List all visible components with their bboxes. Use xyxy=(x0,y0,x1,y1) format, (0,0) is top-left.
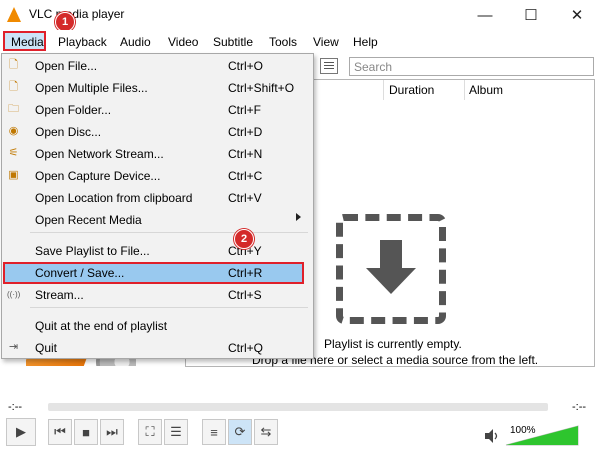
stream-icon: ((·)) xyxy=(7,290,21,299)
media-menu-item-label: Open Network Stream... xyxy=(35,147,164,161)
playlist-button[interactable]: ≡ xyxy=(202,419,226,445)
files-icon: 🗋 xyxy=(9,81,18,93)
menu-video[interactable]: Video xyxy=(168,35,198,49)
vlc-cone-icon xyxy=(7,7,21,22)
media-menu-item-label: Stream... xyxy=(35,288,84,302)
media-menu-item-shortcut: Ctrl+F xyxy=(228,103,261,117)
media-menu-item[interactable]: ◉ Open Disc... Ctrl+D xyxy=(1,121,310,143)
previous-button[interactable]: ⏮ xyxy=(48,419,72,445)
submenu-arrow-icon xyxy=(296,213,301,221)
menu-media-label: Media xyxy=(11,35,44,49)
media-menu-item[interactable]: Save Playlist to File... Ctrl+Y xyxy=(1,240,310,262)
column-separator xyxy=(464,80,465,100)
quit-icon: ⇥ xyxy=(8,341,19,353)
disc-icon: ◉ xyxy=(8,125,19,137)
loop-button[interactable]: ⟳ xyxy=(228,419,252,445)
menu-subtitle[interactable]: Subtitle xyxy=(213,35,253,49)
stop-button[interactable]: ■ xyxy=(74,419,98,445)
minimize-button[interactable]: — xyxy=(462,0,508,30)
media-menu-item-label: Save Playlist to File... xyxy=(35,244,150,258)
play-button[interactable]: ▶ xyxy=(6,418,36,446)
menu-audio[interactable]: Audio xyxy=(120,35,151,49)
download-arrow-icon xyxy=(380,240,402,268)
media-menu-item-label: Open Disc... xyxy=(35,125,102,139)
media-menu-item[interactable]: ⇥ Quit Ctrl+Q xyxy=(1,337,310,359)
folder-icon: 🗀 xyxy=(8,103,19,115)
column-album[interactable]: Album xyxy=(469,83,503,97)
shuffle-button[interactable]: ⇆ xyxy=(254,419,278,445)
next-button[interactable]: ⏭ xyxy=(100,419,124,445)
media-menu-item-label: Open Location from clipboard xyxy=(35,191,193,205)
media-menu-item-label: Open Capture Device... xyxy=(35,169,161,183)
media-menu-item-shortcut: Ctrl+Shift+O xyxy=(228,81,295,95)
media-menu-item-label: Open Multiple Files... xyxy=(35,81,148,95)
volume-percent: 100% xyxy=(510,425,536,436)
media-menu-item-label: Quit at the end of playlist xyxy=(35,319,168,333)
fullscreen-button[interactable]: ⛶ xyxy=(138,419,162,445)
column-duration[interactable]: Duration xyxy=(389,83,434,97)
media-menu-item-label: Open File... xyxy=(35,59,98,73)
media-menu-item-shortcut: Ctrl+S xyxy=(228,288,262,302)
window-title: VLC media player xyxy=(29,7,125,21)
media-menu-item[interactable]: 🗋 Open File... Ctrl+O xyxy=(1,55,310,77)
seek-slider[interactable] xyxy=(48,403,548,411)
media-menu-item-shortcut: Ctrl+O xyxy=(228,59,264,73)
elapsed-time: -:-- xyxy=(8,401,23,413)
menu-tools[interactable]: Tools xyxy=(269,35,297,49)
network-icon: ⚟ xyxy=(8,147,19,159)
step-badge-1: 1 xyxy=(55,12,75,32)
media-menu-item[interactable]: Open Location from clipboard Ctrl+V xyxy=(1,187,310,209)
total-time: -:-- xyxy=(572,401,587,413)
menu-separator xyxy=(30,307,308,308)
speaker-icon[interactable] xyxy=(484,428,500,444)
file-icon: 🗋 xyxy=(9,59,18,71)
media-menu-item-shortcut: Ctrl+N xyxy=(228,147,263,161)
extended-settings-button[interactable]: ☰ xyxy=(164,419,188,445)
media-menu-item-label: Open Recent Media xyxy=(35,213,142,227)
media-menu-item-shortcut: Ctrl+D xyxy=(228,125,263,139)
media-menu-item[interactable]: 🗀 Open Folder... Ctrl+F xyxy=(1,99,310,121)
capture-icon: ▣ xyxy=(8,169,19,181)
search-input[interactable] xyxy=(349,57,594,76)
maximize-button[interactable]: ☐ xyxy=(508,0,554,30)
media-menu-item[interactable]: ⚟ Open Network Stream... Ctrl+N xyxy=(1,143,310,165)
media-menu-item[interactable]: Quit at the end of playlist xyxy=(1,315,310,337)
media-menu-item-shortcut: Ctrl+Q xyxy=(228,341,264,355)
media-menu-item[interactable]: ((·)) Stream... Ctrl+S xyxy=(1,284,310,306)
media-menu-item-label: Convert / Save... xyxy=(35,266,125,280)
playlist-view-icon[interactable] xyxy=(320,58,338,74)
close-button[interactable]: ✕ xyxy=(554,0,600,30)
menu-view[interactable]: View xyxy=(313,35,339,49)
playlist-empty-text: Playlist is currently empty. xyxy=(324,337,462,351)
step-badge-2: 2 xyxy=(234,229,254,249)
media-menu-item-label: Quit xyxy=(35,341,58,355)
download-arrow-head xyxy=(366,268,416,294)
menu-help[interactable]: Help xyxy=(353,35,378,49)
menu-media[interactable]: Media xyxy=(3,31,46,51)
media-menu-item-label: Open Folder... xyxy=(35,103,112,117)
media-menu-item[interactable]: Convert / Save... Ctrl+R xyxy=(1,262,310,284)
media-menu-item[interactable]: Open Recent Media xyxy=(1,209,310,231)
media-menu-item-shortcut: Ctrl+C xyxy=(228,169,263,183)
media-menu-item-shortcut: Ctrl+R xyxy=(228,266,263,280)
column-separator xyxy=(383,80,384,100)
media-menu-item[interactable]: ▣ Open Capture Device... Ctrl+C xyxy=(1,165,310,187)
menu-separator xyxy=(30,232,308,233)
menu-playback[interactable]: Playback xyxy=(58,35,107,49)
media-menu-item-shortcut: Ctrl+V xyxy=(228,191,262,205)
media-menu-item[interactable]: 🗋 Open Multiple Files... Ctrl+Shift+O xyxy=(1,77,310,99)
